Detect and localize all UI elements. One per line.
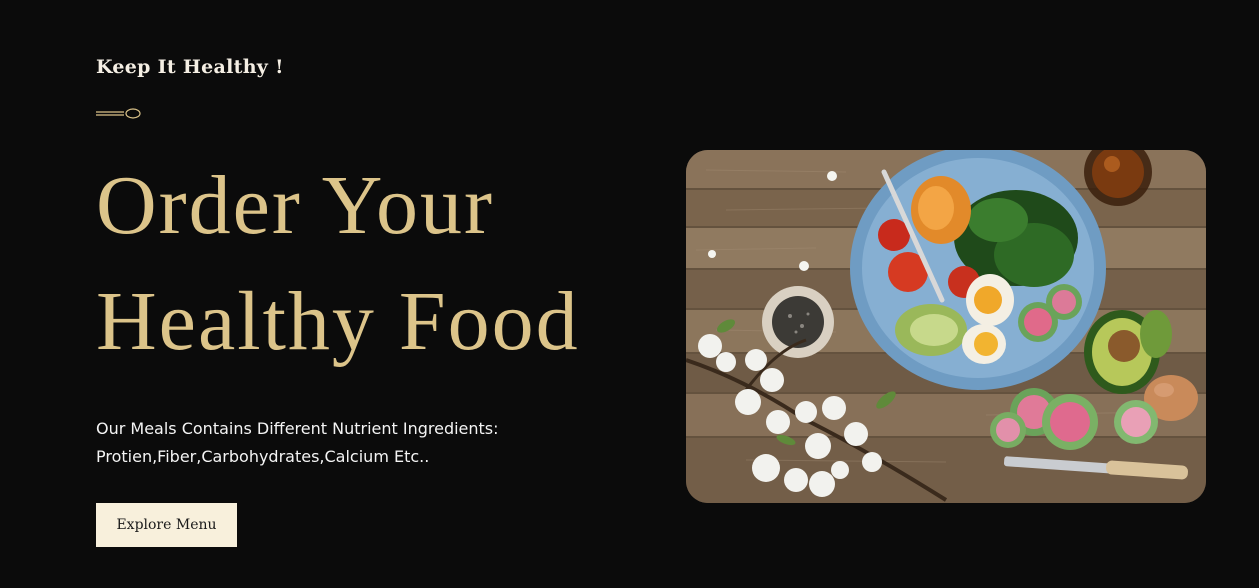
hero-food-image	[686, 150, 1206, 503]
spoon-icon	[96, 108, 141, 119]
hero-kicker: Keep It Healthy !	[96, 56, 284, 78]
headline-line-2: Healthy Food	[96, 275, 580, 368]
headline-line-1: Order Your	[96, 159, 494, 252]
hero-headline: Order Your Healthy Food	[96, 148, 580, 380]
hero-description: Our Meals Contains Different Nutrient In…	[96, 415, 499, 471]
description-line-1: Our Meals Contains Different Nutrient In…	[96, 419, 499, 438]
salad-illustration	[686, 150, 1206, 503]
description-line-2: Protien,Fiber,Carbohydrates,Calcium Etc.…	[96, 447, 430, 466]
explore-menu-button[interactable]: Explore Menu	[96, 503, 237, 547]
